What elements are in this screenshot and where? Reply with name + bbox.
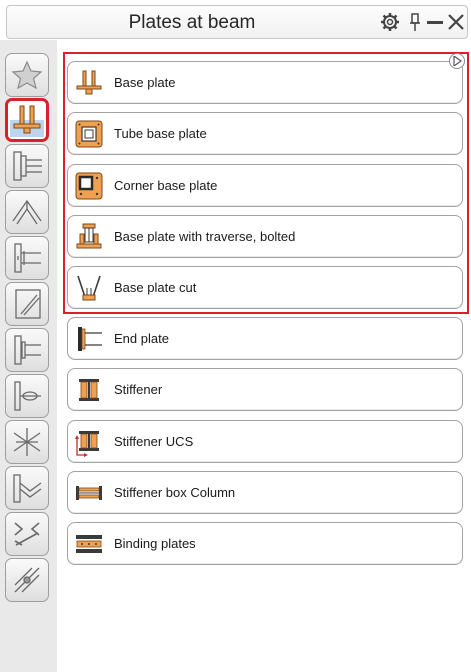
stiffener-box-column-icon xyxy=(74,478,104,508)
pipe-connection-icon xyxy=(14,381,41,411)
item-binding-plates[interactable]: Binding plates xyxy=(67,522,463,565)
item-label: Stiffener box Column xyxy=(114,485,236,500)
tools-icon xyxy=(14,567,40,593)
ridge-icon xyxy=(13,474,42,503)
favorites-icon xyxy=(11,60,43,90)
item-tube-base-plate[interactable]: Tube base plate xyxy=(67,112,463,155)
corner-base-plate-icon xyxy=(74,171,104,201)
category-column-end-plate[interactable] xyxy=(5,328,49,372)
category-favorites[interactable] xyxy=(5,53,49,97)
base-plate-cut-icon xyxy=(74,273,104,303)
category-tools[interactable] xyxy=(5,558,49,602)
item-corner-base-plate[interactable]: Corner base plate xyxy=(67,164,463,207)
close-icon[interactable] xyxy=(446,12,466,32)
category-base-plates[interactable] xyxy=(5,98,49,142)
end-plate-icon xyxy=(74,324,104,354)
connection-list: Base plate Tube base plate Corner base p… xyxy=(57,40,471,672)
item-label: Stiffener xyxy=(114,382,163,397)
category-truss[interactable] xyxy=(5,420,49,464)
item-label: Base plate xyxy=(114,75,176,90)
title-bar: Plates at beam xyxy=(6,5,468,39)
stiffener-icon xyxy=(74,375,104,405)
gear-icon[interactable] xyxy=(380,12,400,32)
item-base-plate-traverse-bolted[interactable]: Base plate with traverse, bolted xyxy=(67,215,463,258)
item-stiffener[interactable]: Stiffener xyxy=(67,368,463,411)
base-plates-icon xyxy=(10,105,44,137)
play-icon[interactable] xyxy=(449,53,465,69)
category-sidebar xyxy=(0,40,57,672)
category-cross-bracing[interactable] xyxy=(5,512,49,556)
window-title: Plates at beam xyxy=(128,12,256,33)
item-label: Corner base plate xyxy=(114,178,218,193)
beam-connection-icon xyxy=(13,151,42,181)
item-label: Stiffener UCS xyxy=(114,434,194,449)
cross-bracing-icon xyxy=(14,522,40,546)
column-end-plate-icon xyxy=(14,335,41,365)
category-beam-to-column[interactable] xyxy=(5,236,49,280)
item-label: Base plate cut xyxy=(114,280,197,295)
item-stiffener-box-column[interactable]: Stiffener box Column xyxy=(67,471,463,514)
stiffener-ucs-icon xyxy=(74,427,104,457)
category-pipe-connection[interactable] xyxy=(5,374,49,418)
category-ridge[interactable] xyxy=(5,466,49,510)
truss-icon xyxy=(13,428,41,456)
category-beam-connection[interactable] xyxy=(5,144,49,188)
frame-corner-icon xyxy=(12,199,42,225)
tube-base-plate-icon xyxy=(74,119,104,149)
item-end-plate[interactable]: End plate xyxy=(67,317,463,360)
category-frame-corner[interactable] xyxy=(5,190,49,234)
item-label: Base plate with traverse, bolted xyxy=(114,229,296,244)
minimize-icon[interactable] xyxy=(425,12,445,32)
item-label: Binding plates xyxy=(114,536,196,551)
binding-plates-icon xyxy=(74,529,104,559)
item-label: End plate xyxy=(114,331,169,346)
item-label: Tube base plate xyxy=(114,126,207,141)
category-bracing[interactable] xyxy=(5,282,49,326)
bracing-icon xyxy=(15,289,41,319)
pin-icon[interactable] xyxy=(405,12,425,32)
item-base-plate-cut[interactable]: Base plate cut xyxy=(67,266,463,309)
item-stiffener-ucs[interactable]: Stiffener UCS xyxy=(67,420,463,463)
traverse-base-plate-icon xyxy=(74,222,104,252)
beam-to-column-icon xyxy=(14,243,41,273)
item-base-plate[interactable]: Base plate xyxy=(67,61,463,104)
base-plate-icon xyxy=(74,68,104,98)
